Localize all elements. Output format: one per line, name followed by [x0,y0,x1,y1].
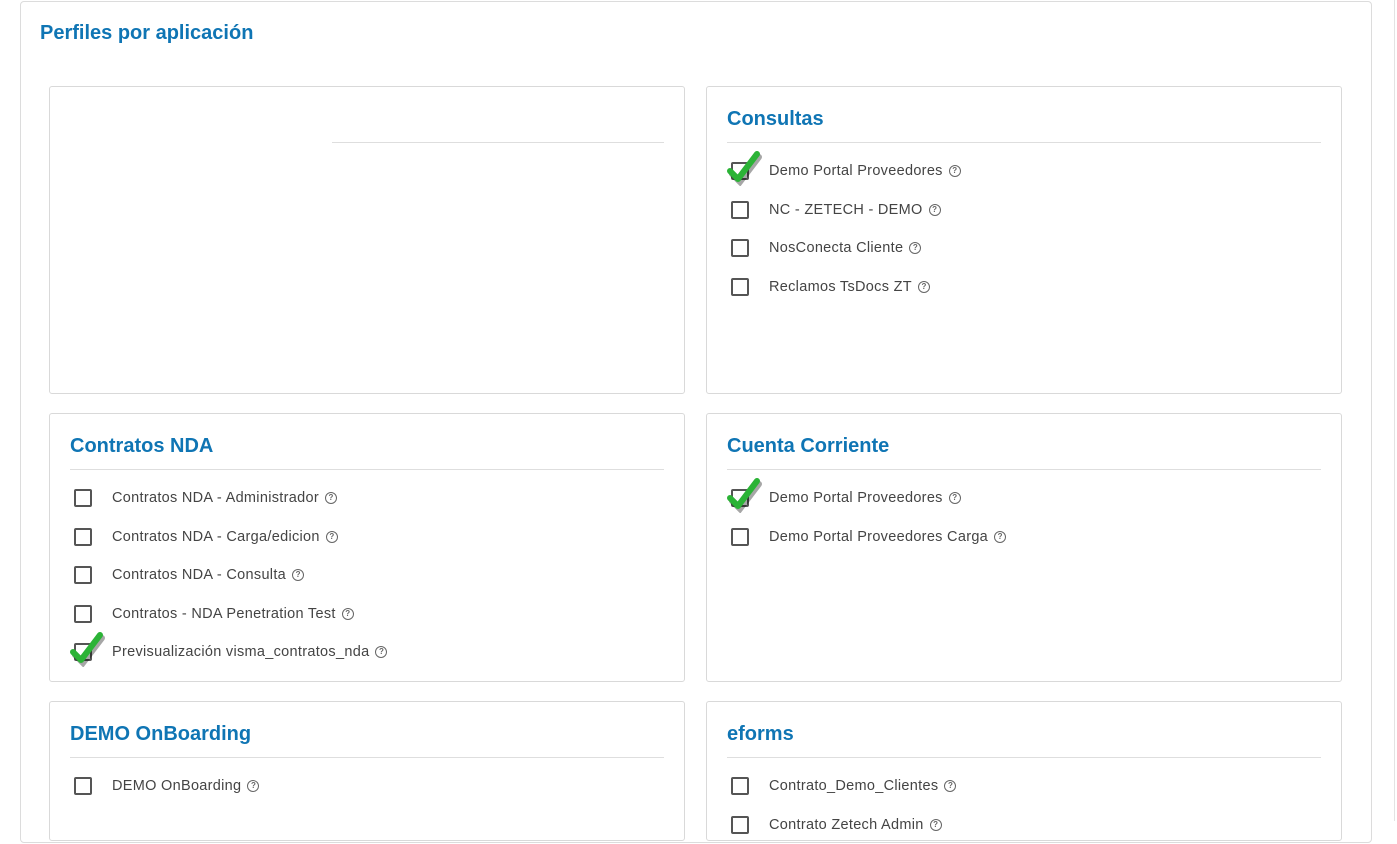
help-icon[interactable]: ? [292,569,304,581]
profile-checkbox[interactable] [731,278,749,296]
profile-label: Demo Portal Proveedores Carga [769,529,988,545]
profile-item[interactable]: Reclamos TsDocs ZT? [731,268,1341,307]
profile-item[interactable]: Previsualización visma_contratos_nda? [74,633,684,672]
profile-label: Demo Portal Proveedores [769,490,943,506]
profile-checkbox[interactable] [731,489,749,507]
profile-label: NosConecta Cliente [769,240,903,256]
profile-checkbox[interactable] [731,816,749,834]
profile-checkbox[interactable] [731,777,749,795]
profile-label: Reclamos TsDocs ZT [769,279,912,295]
profile-checkbox[interactable] [731,239,749,257]
profile-list: Contrato_Demo_Clientes?Contrato Zetech A… [731,767,1341,844]
profile-checkbox[interactable] [731,162,749,180]
help-icon[interactable]: ? [994,531,1006,543]
help-icon[interactable]: ? [342,608,354,620]
card-eforms: eforms Contrato_Demo_Clientes?Contrato Z… [706,701,1342,841]
profile-item[interactable]: Contratos NDA - Administrador? [74,479,684,518]
card-cuenta-corriente: Cuenta Corriente Demo Portal Proveedores… [706,413,1342,682]
profile-item[interactable]: NosConecta Cliente? [731,229,1341,268]
divider [727,469,1321,470]
profile-label: Contratos - NDA Penetration Test [112,606,336,622]
profile-checkbox[interactable] [74,605,92,623]
profile-label: DEMO OnBoarding [112,778,241,794]
help-icon[interactable]: ? [949,165,961,177]
card-title: DEMO OnBoarding [50,702,684,754]
card-demo-onboarding: DEMO OnBoarding DEMO OnBoarding? [49,701,685,841]
divider [727,757,1321,758]
card-title: Contratos NDA [50,414,684,466]
profile-checkbox[interactable] [731,201,749,219]
help-icon[interactable]: ? [247,780,259,792]
profile-item[interactable]: Demo Portal Proveedores? [731,152,1341,191]
profile-item[interactable]: DEMO OnBoarding? [74,767,684,806]
divider [70,469,664,470]
card-consultas: Consultas Demo Portal Proveedores?NC - Z… [706,86,1342,394]
help-icon[interactable]: ? [944,780,956,792]
profile-item[interactable]: NC - ZETECH - DEMO? [731,191,1341,230]
help-icon[interactable]: ? [929,204,941,216]
profile-label: NC - ZETECH - DEMO [769,202,923,218]
profile-item[interactable]: Contrato Zetech Admin? [731,806,1341,844]
profile-item[interactable]: Contratos NDA - Consulta? [74,556,684,595]
card-title: eforms [707,702,1341,754]
profile-label: Contratos NDA - Consulta [112,567,286,583]
profile-checkbox[interactable] [74,643,92,661]
profile-item[interactable]: Contratos NDA - Carga/edicion? [74,518,684,557]
profile-item[interactable]: Contrato_Demo_Clientes? [731,767,1341,806]
profile-checkbox[interactable] [74,528,92,546]
profile-label: Contrato_Demo_Clientes [769,778,938,794]
help-icon[interactable]: ? [375,646,387,658]
divider [332,142,664,143]
profile-checkbox[interactable] [731,528,749,546]
card-title: Cuenta Corriente [707,414,1341,466]
help-icon[interactable]: ? [909,242,921,254]
scrollbar-edge [1394,0,1395,821]
profile-label: Contratos NDA - Administrador [112,490,319,506]
help-icon[interactable]: ? [949,492,961,504]
profile-label: Demo Portal Proveedores [769,163,943,179]
profile-checkbox[interactable] [74,489,92,507]
card-title: Consultas [707,87,1341,139]
help-icon[interactable]: ? [918,281,930,293]
profile-label: Previsualización visma_contratos_nda [112,644,369,660]
profile-item[interactable]: Contratos - NDA Penetration Test? [74,595,684,634]
profile-label: Contratos NDA - Carga/edicion [112,529,320,545]
help-icon[interactable]: ? [325,492,337,504]
card-empty [49,86,685,394]
divider [727,142,1321,143]
profile-label: Contrato Zetech Admin [769,817,924,833]
profile-list: Demo Portal Proveedores?Demo Portal Prov… [731,479,1341,556]
profile-checkbox[interactable] [74,777,92,795]
profile-list: Contratos NDA - Administrador?Contratos … [74,479,684,672]
profile-item[interactable]: Demo Portal Proveedores? [731,479,1341,518]
profile-list: DEMO OnBoarding? [74,767,684,806]
profile-checkbox[interactable] [74,566,92,584]
page-title: Perfiles por aplicación [40,22,253,45]
profile-item[interactable]: Demo Portal Proveedores Carga? [731,518,1341,557]
profile-list: Demo Portal Proveedores?NC - ZETECH - DE… [731,152,1341,306]
card-contratos-nda: Contratos NDA Contratos NDA - Administra… [49,413,685,682]
divider [70,757,664,758]
help-icon[interactable]: ? [326,531,338,543]
